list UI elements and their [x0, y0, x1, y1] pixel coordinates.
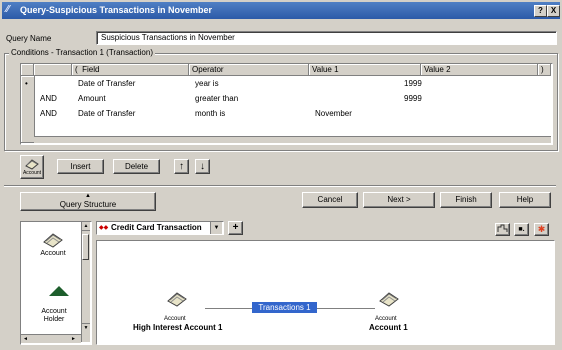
chevron-down-icon[interactable]: ▼: [210, 222, 222, 234]
query-structure-toggle[interactable]: ▲ Query Structure: [20, 192, 156, 211]
palette-scrollbar[interactable]: ▲ ▼: [81, 222, 90, 342]
transaction-type-select[interactable]: ◆◆ Credit Card Transaction ▼: [96, 221, 224, 235]
node-name-label: High Interest Account 1: [133, 323, 223, 332]
node-account[interactable]: [371, 291, 407, 309]
field-cell[interactable]: Amount: [75, 91, 106, 106]
move-up-button[interactable]: ↑: [174, 159, 189, 174]
connector-column-header: [34, 64, 72, 76]
table-row[interactable]: • Date of Transfer year is 1999: [21, 76, 552, 91]
link-label-transactions[interactable]: Transactions 1: [252, 302, 317, 313]
query-name-input[interactable]: Suspicious Transactions in November: [96, 31, 557, 45]
link-type-icon: ◆◆: [99, 225, 109, 231]
operator-cell[interactable]: month is: [192, 106, 225, 121]
palette-hscrollbar[interactable]: ◄ ►: [21, 334, 81, 343]
account-icon: [25, 159, 39, 170]
value1-cell[interactable]: November: [312, 106, 352, 121]
divider: [4, 185, 556, 187]
window-title: Query-Suspicious Transactions in Novembe…: [20, 5, 213, 15]
table-row[interactable]: AND Date of Transfer month is November: [21, 106, 552, 121]
layout-icon[interactable]: [495, 223, 510, 236]
add-link-button[interactable]: +: [228, 221, 243, 235]
title-bar: ⁄⁄ Query-Suspicious Transactions in Nove…: [2, 2, 560, 19]
query-structure-label: Query Structure: [59, 200, 117, 209]
node-name-label: Account 1: [369, 323, 408, 332]
field-cell[interactable]: Date of Transfer: [75, 76, 135, 91]
conditions-grid[interactable]: ( Field Operator Value 1 Value 2 ) • Dat…: [20, 63, 553, 145]
palette-item-account[interactable]: Account: [37, 232, 69, 257]
help-button[interactable]: Help: [499, 192, 551, 208]
scroll-left-icon[interactable]: ◄: [23, 335, 28, 343]
account-icon: [43, 233, 63, 248]
insert-button[interactable]: Insert: [57, 159, 104, 174]
value1-cell[interactable]: 1999: [401, 76, 422, 91]
field-column-header[interactable]: ( Field: [72, 64, 189, 76]
conditions-legend: Conditions - Transaction 1 (Transaction): [9, 48, 155, 57]
value2-cell[interactable]: [424, 106, 427, 121]
scroll-down-icon[interactable]: ▼: [82, 323, 90, 332]
operator-cell[interactable]: greater than: [192, 91, 238, 106]
scroll-right-icon[interactable]: ►: [71, 335, 76, 343]
scroll-thumb[interactable]: [82, 234, 89, 260]
expand-arrow-icon: ▲: [85, 193, 91, 199]
close-button[interactable]: X: [547, 5, 560, 17]
query-icon: ⁄⁄: [6, 4, 10, 15]
row-header-corner: [21, 64, 34, 76]
value2-column-header[interactable]: Value 2: [421, 64, 538, 76]
close-paren-column-header[interactable]: ): [538, 64, 551, 76]
node-type-label: Account: [375, 316, 397, 322]
node-type-label: Account: [164, 316, 186, 322]
palette-item-account-holder[interactable]: Account Holder: [33, 308, 75, 324]
horizontal-scrollbar[interactable]: [34, 136, 551, 143]
account-holder-icon: [49, 286, 69, 296]
connector-cell[interactable]: AND: [37, 91, 57, 106]
finish-button[interactable]: Finish: [440, 192, 492, 208]
account-tool-button[interactable]: Account: [20, 155, 44, 179]
value1-column-header[interactable]: Value 1: [309, 64, 421, 76]
next-button[interactable]: Next >: [363, 192, 435, 208]
connector-cell[interactable]: AND: [37, 106, 57, 121]
help-title-button[interactable]: ?: [534, 5, 547, 17]
operator-column-header[interactable]: Operator: [189, 64, 309, 76]
delete-node-icon[interactable]: ✱: [534, 223, 549, 236]
scroll-up-icon[interactable]: ▲: [82, 222, 90, 231]
account-icon: [167, 292, 187, 307]
cancel-button[interactable]: Cancel: [302, 192, 358, 208]
node-high-interest-account[interactable]: [159, 291, 195, 309]
table-row[interactable]: AND Amount greater than 9999: [21, 91, 552, 106]
account-tool-label: Account: [22, 170, 42, 176]
current-row-marker: •: [25, 79, 28, 88]
value2-cell[interactable]: [424, 76, 427, 91]
field-cell[interactable]: Date of Transfer: [75, 106, 135, 121]
value1-cell[interactable]: 9999: [401, 91, 422, 106]
structure-canvas[interactable]: Account High Interest Account 1 Transact…: [96, 240, 555, 345]
grid-icon[interactable]: ■.: [514, 223, 529, 236]
selected-transaction-type: Credit Card Transaction: [111, 223, 202, 232]
delete-button[interactable]: Delete: [113, 159, 160, 174]
account-icon: [379, 292, 399, 307]
operator-cell[interactable]: year is: [192, 76, 219, 91]
move-down-button[interactable]: ↓: [195, 159, 210, 174]
entity-palette: Account Account Holder ▲ ▼ ◄ ►: [20, 221, 92, 345]
value2-cell[interactable]: [424, 91, 427, 106]
query-name-label: Query Name: [6, 34, 52, 43]
